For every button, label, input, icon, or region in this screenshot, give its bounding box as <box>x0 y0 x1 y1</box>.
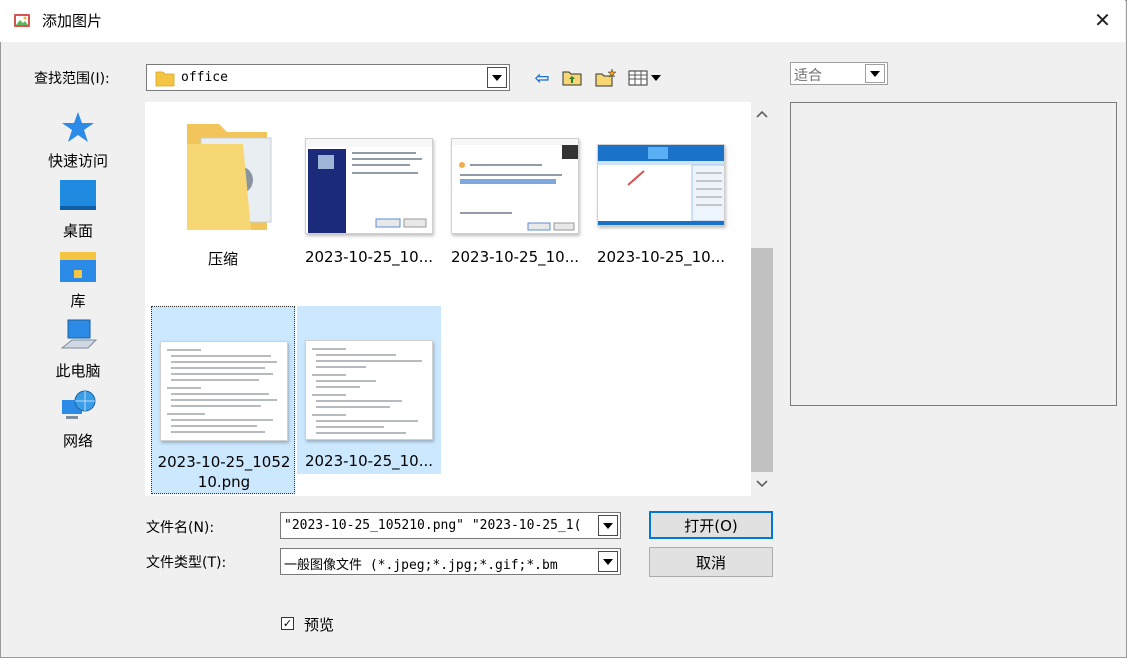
lookin-value: office <box>181 70 228 85</box>
file-name: 2023-10-25_10... <box>450 248 580 266</box>
file-list[interactable]: 压缩 2023-10-25_10... 2023-10-25_10... 202… <box>145 102 773 496</box>
lookin-label: 查找范围(I): <box>34 71 110 87</box>
desktop-icon <box>60 180 96 210</box>
title-bar[interactable]: 添加图片 ✕ <box>0 0 1125 42</box>
image-thumbnail <box>597 144 725 226</box>
place-label: 桌面 <box>62 222 93 240</box>
file-item[interactable]: 2023-10-25_10... <box>589 108 733 278</box>
close-button[interactable]: ✕ <box>1080 0 1125 40</box>
network-icon <box>62 390 96 419</box>
scroll-up-icon[interactable] <box>756 110 768 118</box>
preview-checkbox-label[interactable]: 预览 <box>304 614 334 635</box>
place-network[interactable]: 网络 <box>40 388 116 458</box>
filetype-label: 文件类型(T): <box>146 555 227 571</box>
fit-combobox[interactable]: 适合 <box>790 62 888 85</box>
up-folder-button[interactable] <box>560 66 584 90</box>
file-item[interactable]: 2023-10-25_10... <box>297 108 441 278</box>
close-icon: ✕ <box>1094 8 1111 32</box>
window-title: 添加图片 <box>42 12 103 30</box>
view-menu-button[interactable] <box>626 66 666 90</box>
file-name: 2023-10-25_10... <box>304 248 434 266</box>
preview-checkbox[interactable]: ✓ <box>281 617 294 630</box>
image-thumbnail <box>451 138 579 234</box>
filename-dropdown-button[interactable] <box>598 515 618 536</box>
place-label: 库 <box>70 292 86 310</box>
up-folder-icon <box>562 71 582 86</box>
preview-pane <box>790 102 1117 406</box>
scrollbar-thumb[interactable] <box>751 248 773 472</box>
filename-label: 文件名(N): <box>146 520 215 536</box>
file-item[interactable]: 2023-10-25_10... <box>443 108 587 278</box>
open-button[interactable]: 打开(O) <box>649 511 773 539</box>
cancel-button[interactable]: 取消 <box>649 547 773 577</box>
fit-value: 适合 <box>794 68 822 84</box>
filename-value: "2023-10-25_105210.png" "2023-10-25_1( <box>284 518 582 533</box>
file-item-selected[interactable]: 2023-10-25_1052 10.png <box>151 306 295 494</box>
lookin-combobox[interactable]: office <box>146 64 510 91</box>
file-name-line2: 10.png <box>197 473 251 491</box>
filetype-value: 一般图像文件 (*.jpeg;*.jpg;*.gif;*.bm <box>284 558 558 573</box>
back-arrow-icon: ⇦ <box>534 67 550 89</box>
filetype-dropdown-button[interactable] <box>598 551 618 572</box>
new-folder-icon <box>595 68 617 87</box>
folder-icon <box>187 124 272 230</box>
place-library[interactable]: 库 <box>40 248 116 318</box>
file-item-selected[interactable]: 2023-10-25_10... <box>297 306 441 474</box>
fit-dropdown-button[interactable] <box>865 64 885 83</box>
star-icon <box>62 112 94 142</box>
filename-combobox[interactable]: "2023-10-25_105210.png" "2023-10-25_1( <box>280 512 621 539</box>
image-thumbnail <box>305 138 433 234</box>
lookin-dropdown-button[interactable] <box>487 67 507 88</box>
file-name: 压缩 <box>207 250 238 268</box>
place-label: 此电脑 <box>55 362 101 380</box>
place-label: 快速访问 <box>47 152 108 170</box>
new-folder-button[interactable] <box>594 66 618 90</box>
filetype-combobox[interactable]: 一般图像文件 (*.jpeg;*.jpg;*.gif;*.bm <box>280 548 621 575</box>
computer-icon <box>60 319 98 349</box>
library-icon <box>60 252 96 282</box>
folder-icon <box>155 71 175 87</box>
image-thumbnail <box>160 341 288 441</box>
picture-app-icon <box>14 14 30 27</box>
file-name: 2023-10-25_10... <box>596 248 726 266</box>
place-desktop[interactable]: 桌面 <box>40 178 116 248</box>
file-name: 2023-10-25_10... <box>304 452 434 470</box>
image-thumbnail <box>305 340 433 440</box>
file-item[interactable]: 压缩 <box>151 108 295 278</box>
view-menu-icon <box>628 70 661 86</box>
place-this-pc[interactable]: 此电脑 <box>40 318 116 388</box>
checkmark-icon: ✓ <box>282 617 293 630</box>
place-quick-access[interactable]: 快速访问 <box>40 108 116 178</box>
scroll-down-icon[interactable] <box>756 480 768 488</box>
place-label: 网络 <box>62 432 93 450</box>
file-name-line1: 2023-10-25_1052 <box>157 453 291 471</box>
places-bar: 快速访问 桌面 库 此电脑 网络 <box>40 100 116 460</box>
back-button[interactable]: ⇦ <box>530 66 554 90</box>
